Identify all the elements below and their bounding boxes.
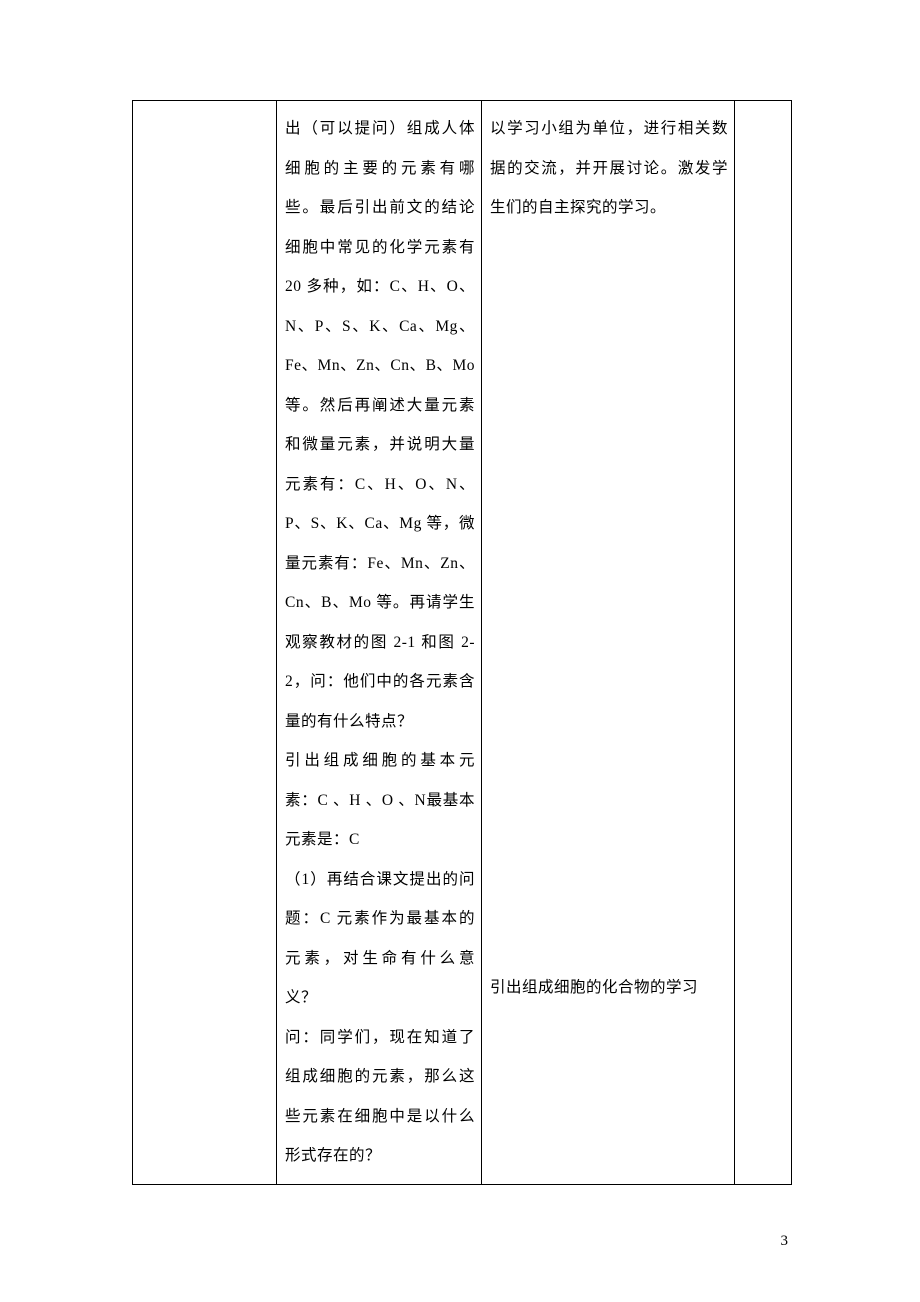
cell-student-activity: 以学习小组为单位，进行相关数据的交流，并开展讨论。激发学生们的自主探究的学习。 … — [482, 101, 735, 1185]
cell-notes — [735, 101, 792, 1185]
cell-teacher-activity: 出（可以提问）组成人体细胞的主要的元素有哪些。最后引出前文的结论 细胞中常见的化… — [277, 101, 482, 1185]
student-para-1: 以学习小组为单位，进行相关数据的交流，并开展讨论。激发学生们的自主探究的学习。 — [490, 109, 728, 228]
table-row: 出（可以提问）组成人体细胞的主要的元素有哪些。最后引出前文的结论 细胞中常见的化… — [133, 101, 792, 1185]
page-number: 3 — [781, 1233, 789, 1250]
page-content: 出（可以提问）组成人体细胞的主要的元素有哪些。最后引出前文的结论 细胞中常见的化… — [0, 0, 920, 1275]
teacher-para-4: 问：同学们，现在知道了组成细胞的元素，那么这些元素在细胞中是以什么形式存在的？ — [285, 1018, 475, 1176]
teacher-para-2: 引出组成细胞的基本元素：C 、H 、O 、N最基本元素是：C — [285, 741, 475, 860]
teacher-para-3: （1）再结合课文提出的问题：C 元素作为最基本的元素，对生命有什么意义？ — [285, 860, 475, 1018]
lesson-table: 出（可以提问）组成人体细胞的主要的元素有哪些。最后引出前文的结论 细胞中常见的化… — [132, 100, 792, 1185]
teacher-para-1: 出（可以提问）组成人体细胞的主要的元素有哪些。最后引出前文的结论 细胞中常见的化… — [285, 109, 475, 741]
student-para-2: 引出组成细胞的化合物的学习 — [490, 968, 728, 1008]
cell-stage — [133, 101, 277, 1185]
